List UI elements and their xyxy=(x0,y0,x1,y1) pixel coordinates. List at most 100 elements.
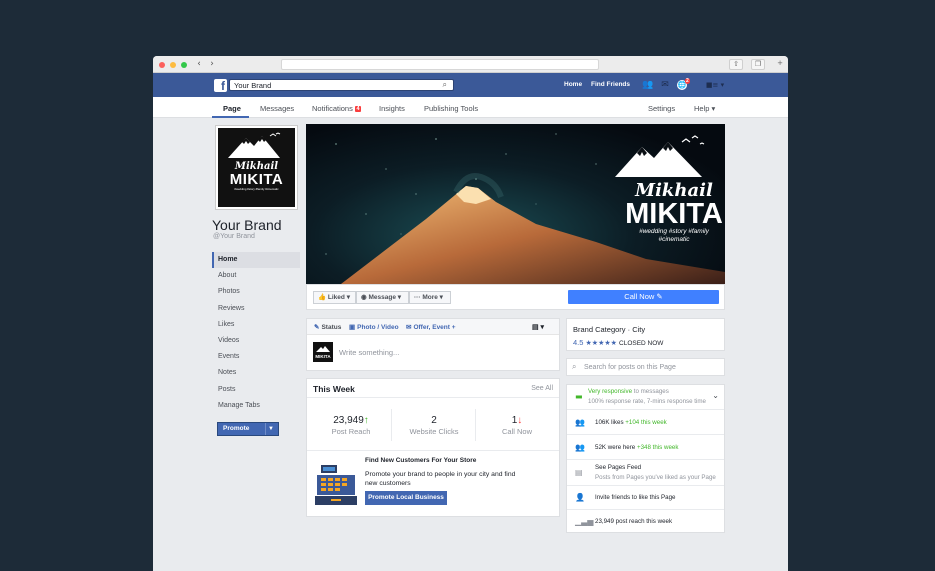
promote-button[interactable]: Promote ▼ xyxy=(217,422,279,436)
star-rating-icon[interactable]: ★★★★★ xyxy=(586,339,617,347)
close-window-button[interactable] xyxy=(159,62,165,68)
sidebar-item-videos[interactable]: Videos xyxy=(212,333,300,349)
tab-page[interactable]: Page xyxy=(223,104,241,113)
divider xyxy=(307,450,559,451)
stat-post-reach[interactable]: 23,949↑ Post Reach xyxy=(309,415,393,436)
sidebar-item-events[interactable]: Events xyxy=(212,349,300,365)
tab-help-label: Help xyxy=(694,104,710,113)
address-bar[interactable] xyxy=(281,59,599,70)
tag-icon: ✉ xyxy=(406,324,412,331)
promo-text: Promote your brand to people in your cit… xyxy=(365,471,516,487)
status-label: Status xyxy=(321,324,342,331)
photo-video-tab[interactable]: ▣ Photo / Video xyxy=(349,323,399,331)
page-post-search-placeholder: Search for posts on this Page xyxy=(584,364,676,371)
account-menu-icon[interactable]: ■≡ ▾ xyxy=(704,80,726,90)
likes-count: 106K likes xyxy=(595,419,624,426)
more-button[interactable]: ··· More ▾ xyxy=(409,291,451,304)
tabs-icon[interactable]: ❐ xyxy=(751,59,765,70)
pages-feed-row[interactable]: ▤ See Pages Feed Posts from Pages you've… xyxy=(567,460,724,486)
cover-logo-line2: MIKITA xyxy=(625,198,723,230)
profile-logo-line2: MIKITA xyxy=(229,171,284,188)
people-icon: 👥 xyxy=(575,418,585,427)
stat-post-reach-label: Post Reach xyxy=(331,427,371,436)
sidebar-item-likes[interactable]: Likes xyxy=(212,317,300,333)
home-link[interactable]: Home xyxy=(564,81,582,88)
cover-logo-tagline: #wedding #story #family #cinematic xyxy=(639,228,709,243)
messages-icon[interactable]: ✉ xyxy=(659,80,671,90)
invite-row[interactable]: 👤 Invite friends to like this Page xyxy=(567,486,724,510)
stat-call-now[interactable]: 1↓ Call Now xyxy=(475,415,559,436)
call-now-button[interactable]: Call Now ✎ xyxy=(568,290,719,304)
friend-requests-icon[interactable]: 👥 xyxy=(642,80,654,90)
tab-notifications[interactable]: Notifications 4 xyxy=(312,104,362,113)
category-line: Brand Category · City xyxy=(573,325,646,334)
visits-row[interactable]: 👥 52K were here +348 this week xyxy=(567,435,724,460)
call-now-label: Call Now xyxy=(624,292,655,301)
likes-delta: +104 this week xyxy=(625,419,667,426)
add-friend-icon: 👤 xyxy=(575,493,585,502)
reach-text: 23,949 post reach this week xyxy=(595,518,673,525)
mountain-logo-icon xyxy=(228,132,281,158)
message-button[interactable]: ◉ Message ▾ xyxy=(356,291,409,304)
minimize-window-button[interactable] xyxy=(170,62,176,68)
notifications-badge: 2 xyxy=(685,78,690,84)
responsive-suffix: to messages xyxy=(633,388,669,395)
browser-window: ‹ › ⇧ ❐ + f Your Brand ⌕ Home Find Frien… xyxy=(153,56,788,571)
offer-event-label: Offer, Event + xyxy=(413,324,456,331)
page-name: Your Brand xyxy=(212,217,282,233)
visits-delta: +348 this week xyxy=(636,444,679,451)
promote-dropdown-icon[interactable]: ▼ xyxy=(265,423,276,435)
forward-icon[interactable]: › xyxy=(207,60,217,70)
facebook-logo-icon[interactable]: f xyxy=(214,79,227,93)
composer-input[interactable]: Write something... xyxy=(339,348,399,357)
promote-local-business-button[interactable]: Promote Local Business xyxy=(365,491,447,505)
sidebar-item-posts[interactable]: Posts xyxy=(212,382,300,398)
page-handle[interactable]: @Your Brand xyxy=(213,233,255,240)
tab-settings[interactable]: Settings xyxy=(648,104,675,113)
camera-icon: ▣ xyxy=(349,324,356,331)
tab-help[interactable]: Help ▾ xyxy=(694,104,715,113)
pencil-icon: ✎ xyxy=(314,324,320,331)
likes-row[interactable]: 👥 106K likes +104 this week xyxy=(567,410,724,435)
category-link[interactable]: Brand Category xyxy=(573,325,626,334)
page-post-search[interactable]: ⌕ Search for posts on this Page xyxy=(566,358,725,376)
offer-event-tab[interactable]: ✉ Offer, Event + xyxy=(406,323,456,331)
profile-picture[interactable]: Mikhail MIKITA #wedding #story #family #… xyxy=(215,125,298,210)
sidebar-item-photos[interactable]: Photos xyxy=(212,284,300,300)
composer-options-icon[interactable]: ▤ ▾ xyxy=(532,323,544,331)
see-all-link[interactable]: See All xyxy=(531,385,553,392)
pencil-icon: ✎ xyxy=(656,292,663,301)
responsiveness-row[interactable]: ▬ Very responsive to messages 100% respo… xyxy=(567,385,724,410)
tab-insights[interactable]: Insights xyxy=(379,104,405,113)
notifications-count-badge: 4 xyxy=(354,106,362,112)
reach-row[interactable]: ▁▃▅ 23,949 post reach this week xyxy=(567,510,724,534)
search-input[interactable]: Your Brand ⌕ xyxy=(229,79,454,91)
status-tab[interactable]: ✎ Status xyxy=(314,323,341,331)
cover-photo[interactable]: Mikhail MIKITA #wedding #story #family #… xyxy=(306,124,725,284)
share-icon[interactable]: ⇧ xyxy=(729,59,743,70)
tab-publishing-tools[interactable]: Publishing Tools xyxy=(424,104,478,113)
more-icon: ··· xyxy=(414,294,421,301)
city-link[interactable]: City xyxy=(632,325,645,334)
post-composer: ✎ Status ▣ Photo / Video ✉ Offer, Event + ▤… xyxy=(306,318,560,371)
sidebar-item-home[interactable]: Home xyxy=(212,252,300,269)
cover-logo-text: Mikhail MIKITA #wedding #story #family #… xyxy=(624,182,724,244)
search-icon: ⌕ xyxy=(572,362,577,371)
tab-messages[interactable]: Messages xyxy=(260,104,294,113)
up-arrow-icon: ↑ xyxy=(363,415,369,426)
liked-button[interactable]: 👍 Liked ▾ xyxy=(313,291,356,304)
page-tabs: Page Messages Notifications 4 Insights P… xyxy=(153,97,788,118)
maximize-window-button[interactable] xyxy=(181,62,187,68)
promote-label: Promote xyxy=(223,425,250,432)
stat-website-clicks[interactable]: 2 Website Clicks xyxy=(392,415,476,436)
sidebar-item-notes[interactable]: Notes xyxy=(212,365,300,381)
new-tab-button[interactable]: + xyxy=(774,59,786,70)
sidebar-item-reviews[interactable]: Reviews xyxy=(212,301,300,317)
chevron-down-icon[interactable]: ⌄ xyxy=(712,391,719,400)
sidebar-item-manage-tabs[interactable]: Manage Tabs xyxy=(212,398,300,414)
search-icon[interactable]: ⌕ xyxy=(443,80,447,90)
find-friends-link[interactable]: Find Friends xyxy=(591,81,630,88)
sidebar-item-about[interactable]: About xyxy=(212,268,300,284)
back-icon[interactable]: ‹ xyxy=(194,60,204,70)
avatar-mountain-icon xyxy=(316,346,330,352)
